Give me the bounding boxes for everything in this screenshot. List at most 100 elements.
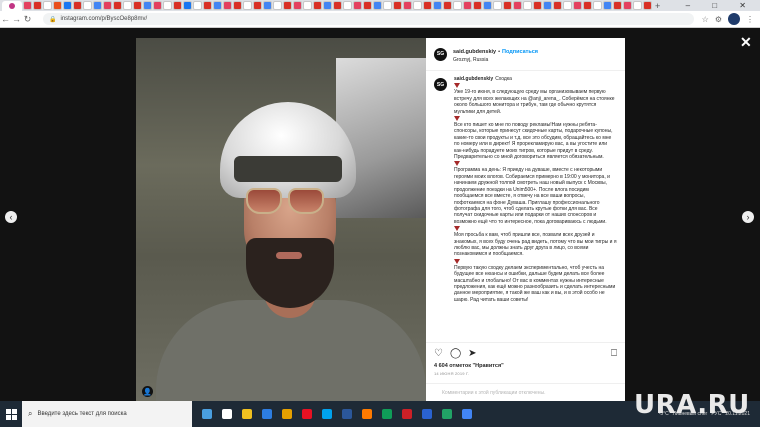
browser-tab-favicon-icon[interactable] bbox=[143, 1, 152, 10]
browser-tab-favicon-icon[interactable] bbox=[523, 1, 532, 10]
browser-tab-favicon-icon[interactable] bbox=[603, 1, 612, 10]
prev-post-icon[interactable]: ‹ bbox=[5, 211, 17, 223]
browser-tab-favicon-icon[interactable] bbox=[593, 1, 602, 10]
caption-avatar[interactable]: SG bbox=[434, 78, 447, 91]
browser-tab-favicon-icon[interactable] bbox=[513, 1, 522, 10]
browser-tab-favicon-icon[interactable] bbox=[623, 1, 632, 10]
start-button[interactable] bbox=[0, 401, 22, 427]
browser-tab-favicon-icon[interactable] bbox=[333, 1, 342, 10]
taskbar-app-icon[interactable] bbox=[202, 409, 212, 419]
browser-tab-favicon-icon[interactable] bbox=[353, 1, 362, 10]
taskbar-app-icon[interactable] bbox=[402, 409, 412, 419]
browser-tab-favicon-icon[interactable] bbox=[403, 1, 412, 10]
browser-tab-favicon-icon[interactable] bbox=[553, 1, 562, 10]
browser-tab-favicon-icon[interactable] bbox=[563, 1, 572, 10]
reload-icon[interactable]: ↻ bbox=[22, 14, 33, 25]
browser-tab-favicon-icon[interactable] bbox=[413, 1, 422, 10]
browser-tab-favicon-icon[interactable] bbox=[243, 1, 252, 10]
browser-tab-favicon-icon[interactable] bbox=[533, 1, 542, 10]
browser-tab-favicon-icon[interactable] bbox=[103, 1, 112, 10]
avatar[interactable]: SG bbox=[434, 47, 447, 61]
browser-tab-favicon-icon[interactable] bbox=[223, 1, 232, 10]
browser-tab-favicon-icon[interactable] bbox=[263, 1, 272, 10]
browser-tab-favicon-icon[interactable] bbox=[373, 1, 382, 10]
taskbar-app-icon[interactable] bbox=[342, 409, 352, 419]
browser-tab-favicon-icon[interactable] bbox=[323, 1, 332, 10]
browser-tab-favicon-icon[interactable] bbox=[293, 1, 302, 10]
next-post-icon[interactable]: › bbox=[742, 211, 754, 223]
browser-tab-favicon-icon[interactable] bbox=[73, 1, 82, 10]
browser-tab-favicon-icon[interactable] bbox=[613, 1, 622, 10]
forward-icon[interactable]: → bbox=[11, 14, 22, 24]
browser-tab-favicon-icon[interactable] bbox=[253, 1, 262, 10]
follow-button[interactable]: Подписаться bbox=[502, 49, 538, 55]
user-tag-icon[interactable]: 👤 bbox=[142, 386, 153, 397]
taskbar-app-icon[interactable] bbox=[222, 409, 232, 419]
browser-tab-favicon-icon[interactable] bbox=[423, 1, 432, 10]
browser-tab-favicon-icon[interactable] bbox=[393, 1, 402, 10]
location-link[interactable]: Groznyj, Russia bbox=[453, 56, 538, 64]
taskbar-app-icon[interactable] bbox=[382, 409, 392, 419]
taskbar-app-icon[interactable] bbox=[242, 409, 252, 419]
new-tab-icon[interactable]: + bbox=[655, 1, 660, 11]
browser-tab-favicon-icon[interactable] bbox=[583, 1, 592, 10]
browser-tab-favicon-icon[interactable] bbox=[23, 1, 32, 10]
url-input[interactable]: 🔒 instagram.com/p/ByscOe8p8mv/ bbox=[43, 13, 694, 25]
comment-icon[interactable]: ◯ bbox=[450, 349, 461, 359]
browser-tab-favicon-icon[interactable] bbox=[483, 1, 492, 10]
browser-tab-favicon-icon[interactable] bbox=[153, 1, 162, 10]
back-icon[interactable]: ← bbox=[0, 14, 11, 24]
browser-tab-favicon-icon[interactable] bbox=[203, 1, 212, 10]
taskbar-app-icon[interactable] bbox=[462, 409, 472, 419]
taskbar-app-icon[interactable] bbox=[262, 409, 272, 419]
browser-tab-favicon-icon[interactable] bbox=[33, 1, 42, 10]
browser-tab-favicon-icon[interactable] bbox=[123, 1, 132, 10]
browser-tab-favicon-icon[interactable] bbox=[463, 1, 472, 10]
browser-tab-favicon-icon[interactable] bbox=[573, 1, 582, 10]
taskbar-app-icon[interactable] bbox=[322, 409, 332, 419]
active-tab[interactable] bbox=[2, 0, 22, 11]
browser-tab-favicon-icon[interactable] bbox=[503, 1, 512, 10]
browser-tab-favicon-icon[interactable] bbox=[133, 1, 142, 10]
browser-tab-favicon-icon[interactable] bbox=[63, 1, 72, 10]
browser-tab-favicon-icon[interactable] bbox=[433, 1, 442, 10]
close-icon[interactable]: ✕ bbox=[740, 34, 752, 51]
browser-tab-favicon-icon[interactable] bbox=[43, 1, 52, 10]
browser-tab-favicon-icon[interactable] bbox=[273, 1, 282, 10]
browser-tab-favicon-icon[interactable] bbox=[53, 1, 62, 10]
browser-tab-favicon-icon[interactable] bbox=[363, 1, 372, 10]
browser-tab-favicon-icon[interactable] bbox=[113, 1, 122, 10]
taskbar-search-input[interactable]: ⌕ Введите здесь текст для поиска bbox=[22, 401, 192, 427]
username-link[interactable]: said.gubdenskiy bbox=[453, 49, 496, 55]
browser-tab-favicon-icon[interactable] bbox=[443, 1, 452, 10]
browser-tab-favicon-icon[interactable] bbox=[183, 1, 192, 10]
extensions-icon[interactable]: ⚙ bbox=[715, 15, 722, 24]
browser-tab-favicon-icon[interactable] bbox=[493, 1, 502, 10]
share-icon[interactable]: ➤ bbox=[468, 349, 476, 359]
browser-tab-favicon-icon[interactable] bbox=[383, 1, 392, 10]
browser-tab-favicon-icon[interactable] bbox=[453, 1, 462, 10]
profile-avatar[interactable] bbox=[728, 13, 740, 25]
browser-tab-favicon-icon[interactable] bbox=[643, 1, 652, 10]
like-heart-icon[interactable]: ♡ bbox=[434, 349, 443, 359]
caption-username[interactable]: said.gubdenskiy bbox=[454, 76, 493, 82]
browser-tab-favicon-icon[interactable] bbox=[93, 1, 102, 10]
browser-tab-favicon-icon[interactable] bbox=[303, 1, 312, 10]
browser-tab-favicon-icon[interactable] bbox=[83, 1, 92, 10]
browser-tab-favicon-icon[interactable] bbox=[213, 1, 222, 10]
browser-tab-favicon-icon[interactable] bbox=[173, 1, 182, 10]
menu-icon[interactable]: ⋮ bbox=[746, 15, 754, 24]
star-icon[interactable]: ☆ bbox=[702, 15, 709, 24]
browser-tab-favicon-icon[interactable] bbox=[543, 1, 552, 10]
browser-tab-favicon-icon[interactable] bbox=[473, 1, 482, 10]
browser-tab-favicon-icon[interactable] bbox=[193, 1, 202, 10]
browser-tab-favicon-icon[interactable] bbox=[633, 1, 642, 10]
taskbar-app-icon[interactable] bbox=[282, 409, 292, 419]
browser-tab-favicon-icon[interactable] bbox=[233, 1, 242, 10]
browser-tab-favicon-icon[interactable] bbox=[313, 1, 322, 10]
browser-tab-favicon-icon[interactable] bbox=[343, 1, 352, 10]
window-controls[interactable]: – □ ✕ bbox=[686, 1, 756, 10]
taskbar-app-icon[interactable] bbox=[442, 409, 452, 419]
browser-tab-favicon-icon[interactable] bbox=[163, 1, 172, 10]
browser-tab-favicon-icon[interactable] bbox=[283, 1, 292, 10]
